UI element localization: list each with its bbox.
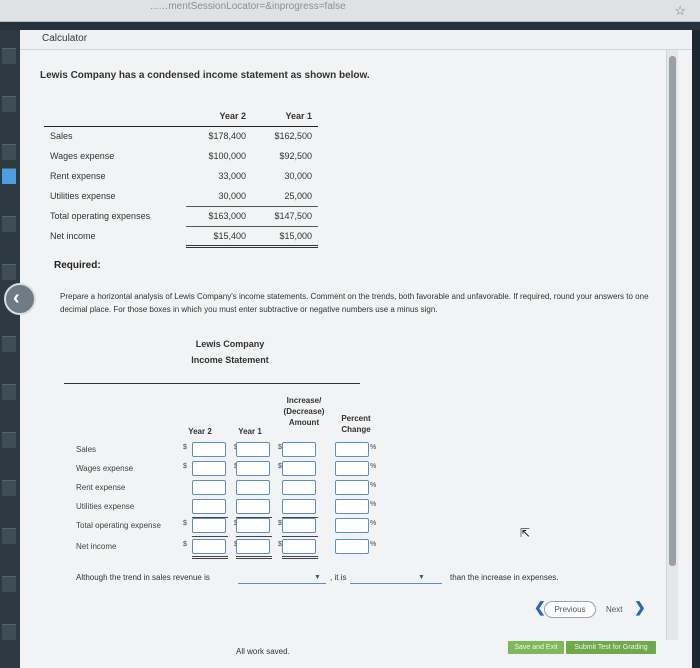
- col-year2-header: Year 2: [188, 427, 212, 436]
- row-label-sales: Sales: [76, 445, 97, 454]
- submit-test-button[interactable]: Submit Test for Grading: [566, 641, 656, 654]
- table-row: Wages expense $100,000 $92,500: [50, 151, 312, 161]
- calculator-bar[interactable]: Calculator: [20, 30, 692, 50]
- table-row: Net income $15,400 $15,000: [44, 226, 318, 248]
- sidebar-item[interactable]: [2, 432, 16, 448]
- rent-year2-input[interactable]: [192, 480, 226, 495]
- col-year1-header: Year 1: [285, 110, 312, 121]
- answer-statement-title: Income Statement: [191, 355, 269, 365]
- chevron-left-icon: ‹: [13, 287, 20, 309]
- wages-increase-input[interactable]: [282, 461, 316, 476]
- col-increase-header: Increase/ (Decrease) Amount: [283, 396, 325, 427]
- rent-year1-input[interactable]: [236, 480, 270, 495]
- comparison-dropdown[interactable]: [350, 583, 442, 584]
- browser-address-bar[interactable]: ...…mentSessionLocator=&inprogress=false…: [0, 0, 700, 22]
- save-and-exit-button[interactable]: Save and Exit: [508, 641, 564, 654]
- sidebar-item[interactable]: [2, 264, 16, 280]
- sidebar-item[interactable]: [2, 480, 16, 496]
- address-url[interactable]: ...…mentSessionLocator=&inprogress=false: [150, 1, 346, 12]
- total-expense-year1-input[interactable]: [236, 518, 270, 533]
- sidebar-item[interactable]: [2, 624, 16, 640]
- star-icon[interactable]: ☆: [674, 3, 686, 19]
- total-expense-percent-input[interactable]: [335, 518, 369, 533]
- answer-company-name: Lewis Company: [195, 339, 265, 349]
- percent-sign: %: [370, 444, 377, 451]
- percent-sign: %: [370, 501, 377, 508]
- chevron-right-icon[interactable]: ❯: [634, 599, 646, 616]
- chevron-down-icon[interactable]: ▼: [418, 574, 425, 581]
- dollar-sign: $: [183, 520, 187, 527]
- dollar-sign: $: [183, 541, 187, 548]
- table-row: Sales $178,400 $162,500: [44, 125, 318, 146]
- scrollbar[interactable]: [666, 50, 678, 640]
- question-panel: Lewis Company has a condensed income sta…: [20, 50, 692, 668]
- net-income-increase-input[interactable]: [282, 539, 316, 554]
- sidebar-item[interactable]: [2, 216, 16, 232]
- previous-button[interactable]: Previous: [544, 601, 596, 618]
- sidebar-item[interactable]: [2, 96, 16, 112]
- utilities-year1-input[interactable]: [236, 499, 270, 514]
- total-expense-increase-input[interactable]: [282, 518, 316, 533]
- rent-percent-input[interactable]: [335, 480, 369, 495]
- sidebar-item[interactable]: [2, 336, 16, 352]
- instructions-text: Prepare a horizontal analysis of Lewis C…: [60, 292, 649, 314]
- table-row: Utilities expense 30,000 25,000: [44, 186, 318, 207]
- conclusion-sentence-mid: , it is: [330, 573, 347, 582]
- percent-sign: %: [370, 463, 377, 470]
- chevron-down-icon[interactable]: ▼: [314, 574, 321, 581]
- sidebar-item[interactable]: [2, 384, 16, 400]
- wages-year2-input[interactable]: [192, 461, 226, 476]
- row-label-utilities: Utilities expense: [76, 502, 135, 511]
- sales-year2-input[interactable]: [192, 442, 226, 457]
- sidebar-item[interactable]: [2, 528, 16, 544]
- col-percent-header: Percent Change: [341, 414, 371, 434]
- problem-intro: Lewis Company has a condensed income sta…: [40, 70, 370, 81]
- utilities-year2-input[interactable]: [192, 499, 226, 514]
- given-income-statement: Year 2 Year 1 Sales $178,400 $162,500 Wa…: [44, 106, 318, 248]
- row-label-net-income: Net income: [76, 542, 117, 551]
- net-income-year1-input[interactable]: [236, 539, 270, 554]
- net-income-year2-input[interactable]: [192, 539, 226, 554]
- wages-year1-input[interactable]: [236, 461, 270, 476]
- dollar-sign: $: [183, 444, 187, 451]
- row-label-wages: Wages expense: [76, 464, 134, 473]
- table-row: Rent expense 33,000 30,000: [50, 171, 312, 181]
- save-status: All work saved.: [236, 647, 290, 656]
- percent-sign: %: [370, 482, 377, 489]
- row-label-rent: Rent expense: [76, 483, 126, 492]
- utilities-increase-input[interactable]: [282, 499, 316, 514]
- question-sidebar: [0, 30, 20, 668]
- required-heading: Required:: [54, 260, 101, 271]
- percent-sign: %: [370, 541, 377, 548]
- sidebar-item-active[interactable]: [2, 168, 16, 184]
- sales-increase-input[interactable]: [282, 442, 316, 457]
- header-rule: [64, 383, 360, 384]
- sidebar-item[interactable]: [2, 48, 16, 64]
- total-expense-year2-input[interactable]: [192, 518, 226, 533]
- back-button[interactable]: ‹: [4, 283, 36, 315]
- dollar-sign: $: [183, 463, 187, 470]
- trend-dropdown[interactable]: [238, 583, 326, 584]
- conclusion-sentence-end: than the increase in expenses.: [450, 573, 559, 582]
- calculator-link[interactable]: Calculator: [42, 33, 87, 44]
- utilities-percent-input[interactable]: [335, 499, 369, 514]
- net-income-percent-input[interactable]: [335, 539, 369, 554]
- sidebar-item[interactable]: [2, 576, 16, 592]
- rent-increase-input[interactable]: [282, 480, 316, 495]
- mouse-cursor-icon: ⇱: [520, 526, 531, 540]
- col-year2-header: Year 2: [219, 110, 246, 121]
- sales-year1-input[interactable]: [236, 442, 270, 457]
- browser-tab-strip: [0, 22, 700, 30]
- row-label-total-expense: Total operating expense: [76, 521, 161, 530]
- sales-percent-input[interactable]: [335, 442, 369, 457]
- percent-sign: %: [370, 520, 377, 527]
- wages-percent-input[interactable]: [335, 461, 369, 476]
- scrollbar-thumb[interactable]: [669, 56, 676, 566]
- table-row: Total operating expenses $163,000 $147,5…: [44, 206, 318, 227]
- col-year1-header: Year 1: [238, 427, 262, 436]
- sidebar-item[interactable]: [2, 144, 16, 160]
- conclusion-sentence-start: Although the trend in sales revenue is: [76, 573, 210, 582]
